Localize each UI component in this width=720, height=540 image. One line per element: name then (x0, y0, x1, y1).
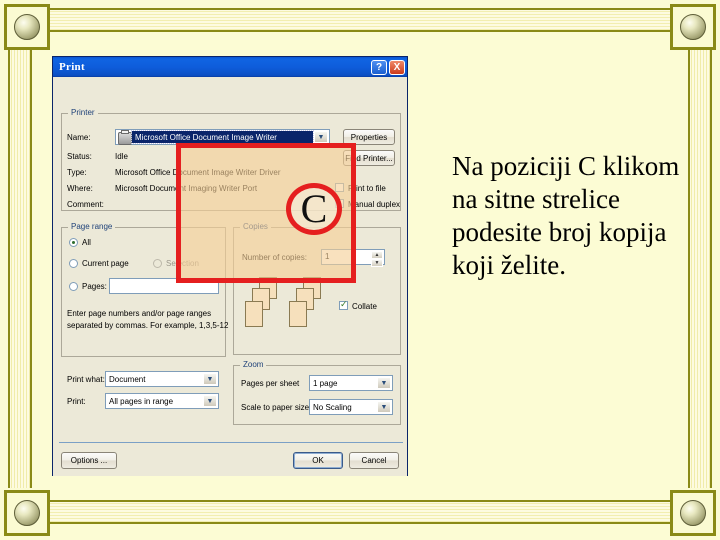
print-what-combo[interactable]: Document ▼ (105, 371, 219, 387)
sphere-icon (680, 500, 706, 526)
scale-to-paper-size-label: Scale to paper size (241, 403, 310, 412)
collate-label: Collate (352, 302, 377, 311)
print-range-label: Print: (67, 397, 86, 406)
frame-top-line-inner (48, 30, 672, 32)
printer-icon (118, 130, 132, 145)
frame-left-line-outer (8, 48, 10, 488)
printer-group-label: Printer (68, 108, 98, 117)
frame-bottom-line-inner (48, 522, 672, 524)
slide: Na poziciji C klikom na sitne strelice p… (0, 0, 720, 540)
scale-to-paper-size-value: No Scaling (313, 402, 352, 412)
sphere-icon (14, 14, 40, 40)
collate-checkbox[interactable] (339, 299, 348, 310)
zoom-group: Zoom (233, 360, 401, 425)
dialog-title: Print (59, 61, 85, 73)
sphere-icon (680, 14, 706, 40)
page-range-pages-label: Pages: (82, 282, 107, 291)
ok-button[interactable]: OK (293, 452, 343, 469)
zoom-group-label: Zoom (240, 360, 267, 369)
pages-per-sheet-value: 1 page (313, 378, 338, 388)
collate-page (245, 301, 263, 327)
corner-ornament-bottom-right (670, 490, 716, 536)
cancel-button[interactable]: Cancel (349, 452, 399, 469)
corner-ornament-top-left (4, 4, 50, 50)
chevron-down-icon[interactable]: ▼ (377, 377, 391, 389)
printer-name-label: Name: (67, 133, 91, 142)
print-what-label: Print what: (67, 375, 105, 384)
frame-right-line-inner (710, 48, 712, 488)
frame-left-line-inner (30, 48, 32, 488)
frame-left-stripe (8, 48, 32, 488)
print-range-combo[interactable]: All pages in range ▼ (105, 393, 219, 409)
chevron-down-icon[interactable]: ▼ (203, 395, 217, 407)
page-range-selection-radio (153, 259, 162, 268)
page-range-all-label: All (82, 238, 91, 247)
help-icon[interactable]: ? (371, 59, 387, 75)
pages-per-sheet-combo[interactable]: 1 page ▼ (309, 375, 393, 391)
page-range-pages-radio[interactable] (69, 282, 78, 291)
collate-preview-graphic (245, 277, 340, 347)
chevron-down-icon[interactable]: ▼ (314, 131, 328, 143)
corner-ornament-bottom-left (4, 490, 50, 536)
print-what-value: Document (109, 374, 146, 384)
printer-status-label: Status: (67, 152, 92, 161)
page-range-all-radio[interactable] (69, 238, 78, 247)
printer-type-label: Type: (67, 168, 87, 177)
page-range-hint-line1: Enter page numbers and/or page ranges (67, 309, 212, 318)
chevron-down-icon[interactable]: ▼ (203, 373, 217, 385)
close-icon[interactable]: X (389, 59, 405, 75)
frame-right-stripe (688, 48, 712, 488)
scale-to-paper-size-combo[interactable]: No Scaling ▼ (309, 399, 393, 415)
print-range-value: All pages in range (109, 396, 174, 406)
sphere-icon (14, 500, 40, 526)
copies-spinner[interactable]: ▲ ▼ (371, 251, 383, 267)
page-range-current-radio[interactable] (69, 259, 78, 268)
instruction-text: Na poziciji C klikom na sitne strelice p… (452, 151, 680, 280)
corner-ornament-top-right (670, 4, 716, 50)
printer-comment-label: Comment: (67, 200, 104, 209)
options-button[interactable]: Options ... (61, 452, 117, 469)
printer-status-value: Idle (115, 152, 128, 161)
frame-top-line-outer (48, 8, 672, 10)
frame-top-stripe (48, 8, 672, 32)
page-range-hint-line2: separated by commas. For example, 1,3,5-… (67, 321, 229, 330)
dialog-titlebar[interactable]: Print ? X (53, 57, 407, 77)
collate-page (289, 301, 307, 327)
button-separator (59, 442, 403, 443)
chevron-down-icon[interactable]: ▼ (377, 401, 391, 413)
spinner-up-icon[interactable]: ▲ (371, 251, 383, 259)
spinner-down-icon[interactable]: ▼ (371, 259, 383, 267)
pages-per-sheet-label: Pages per sheet (241, 379, 300, 388)
printer-name-value: Microsoft Office Document Image Writer (131, 130, 314, 144)
frame-right-line-outer (688, 48, 690, 488)
page-range-current-label: Current page (82, 259, 129, 268)
frame-bottom-line-outer (48, 500, 672, 502)
printer-where-label: Where: (67, 184, 93, 193)
page-range-group-label: Page range (68, 222, 116, 231)
position-marker-c: C (286, 183, 342, 235)
frame-bottom-stripe (48, 500, 672, 524)
